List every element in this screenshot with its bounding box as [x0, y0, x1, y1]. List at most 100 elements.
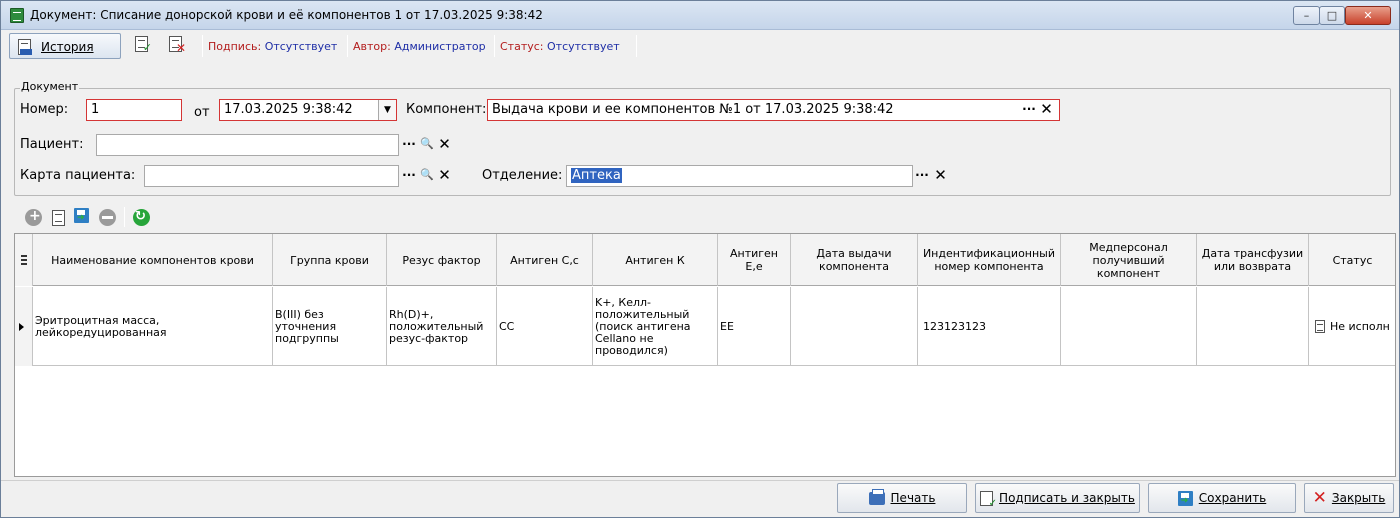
- cell-issue-date[interactable]: [791, 287, 918, 366]
- save-label: Сохранить: [1198, 491, 1267, 505]
- cell-antigen-k[interactable]: K+, Келл-положительный (поиск антигена C…: [593, 287, 718, 366]
- sign-document-icon: ✓: [135, 36, 152, 54]
- cell-blood-group[interactable]: B(III) без уточнения подгруппы: [273, 287, 387, 366]
- author-info: Автор: Администратор: [353, 40, 486, 53]
- remove-signature-icon: ✕: [169, 36, 186, 55]
- column-header[interactable]: Резус фактор: [387, 234, 497, 286]
- patient-clear-icon[interactable]: ✕: [437, 136, 452, 154]
- edit-row-icon[interactable]: [52, 210, 65, 226]
- cell-id-number[interactable]: 123123123: [918, 287, 1061, 366]
- close-button[interactable]: ✕ Закрыть: [1304, 483, 1394, 513]
- add-row-icon[interactable]: [25, 208, 42, 226]
- printer-icon: [868, 488, 885, 505]
- table-header: Наименование компонентов крови Группа кр…: [15, 234, 1395, 286]
- column-header[interactable]: Антиген С,с: [497, 234, 593, 286]
- patient-field[interactable]: [96, 134, 399, 156]
- cell-transfusion-date[interactable]: [1197, 287, 1309, 366]
- column-header[interactable]: Дата трансфузии или возврата: [1197, 234, 1309, 286]
- signature-info: Подпись: Отсутствует: [208, 40, 337, 53]
- sign-close-label: Подписать и закрыть: [999, 491, 1135, 505]
- department-browse-button[interactable]: ···: [914, 167, 930, 185]
- save-disk-icon: [1177, 490, 1193, 506]
- card-search-icon[interactable]: 🔍: [420, 167, 434, 185]
- cell-antigen-ee[interactable]: EE: [718, 287, 791, 366]
- delete-row-icon[interactable]: [99, 209, 116, 226]
- author-value: Администратор: [394, 40, 486, 53]
- cell-antigen-cc[interactable]: CC: [497, 287, 593, 366]
- signature-value: Отсутствует: [264, 40, 338, 53]
- column-header[interactable]: Медперсонал получивший компонент: [1061, 234, 1197, 286]
- number-label: Номер:: [20, 102, 69, 117]
- toolbar-divider: [202, 35, 203, 57]
- column-header[interactable]: Индентификационный номер компонента: [918, 234, 1061, 286]
- component-field[interactable]: Выдача крови и ее компонентов №1 от 17.0…: [487, 99, 1060, 121]
- number-field[interactable]: 1: [86, 99, 182, 121]
- patient-browse-button[interactable]: ···: [401, 136, 417, 154]
- component-label: Компонент:: [406, 102, 487, 117]
- status-label: Статус:: [500, 40, 544, 53]
- close-window-button[interactable]: ✕: [1345, 6, 1391, 25]
- column-chooser[interactable]: [15, 234, 33, 286]
- signature-label: Подпись:: [208, 40, 262, 53]
- cell-staff[interactable]: [1061, 287, 1197, 366]
- grid-toolbar-divider: [124, 207, 125, 227]
- refresh-icon[interactable]: [133, 209, 150, 226]
- document-toolbar: История ✓ ✕ Подпись: Отсутствует Автор: …: [5, 32, 1395, 60]
- column-header[interactable]: Группа крови: [273, 234, 387, 286]
- blood-components-table: Наименование компонентов крови Группа кр…: [14, 233, 1396, 477]
- chevron-down-icon[interactable]: ▼: [378, 100, 396, 120]
- remove-signature-button[interactable]: ✕: [165, 36, 187, 56]
- sign-document-button[interactable]: ✓: [131, 36, 153, 56]
- card-clear-icon[interactable]: ✕: [437, 167, 452, 185]
- save-row-icon[interactable]: [74, 208, 96, 228]
- patient-card-label: Карта пациента:: [20, 168, 136, 183]
- toolbar-divider: [494, 35, 495, 57]
- cell-status-text: Не исполн: [1330, 319, 1390, 333]
- save-icon: [74, 208, 89, 223]
- patient-card-field[interactable]: [144, 165, 399, 187]
- department-clear-icon[interactable]: ✕: [933, 167, 948, 185]
- status-value: Отсутствует: [547, 40, 620, 53]
- column-header[interactable]: Наименование компонентов крови: [33, 234, 273, 286]
- cell-rhesus[interactable]: Rh(D)+, положительный резус-фактор: [387, 287, 497, 366]
- table-row[interactable]: Эритроцитная масса, лейкоредуцированная …: [15, 287, 1395, 366]
- department-label: Отделение:: [482, 168, 563, 183]
- title-bar: Документ: Списание донорской крови и её …: [1, 1, 1399, 30]
- patient-search-icon[interactable]: 🔍: [420, 136, 434, 154]
- cell-status[interactable]: Не исполн: [1309, 287, 1395, 366]
- column-header[interactable]: Дата выдачи компонента: [791, 234, 918, 286]
- component-browse-button[interactable]: ···: [1021, 101, 1037, 119]
- print-button[interactable]: Печать: [837, 483, 967, 513]
- date-value: 17.03.2025 9:38:42: [224, 102, 353, 117]
- close-label: Закрыть: [1331, 491, 1386, 505]
- cell-component-name[interactable]: Эритроцитная масса, лейкоредуцированная: [33, 287, 273, 366]
- row-indicator: [15, 287, 33, 366]
- print-label: Печать: [890, 491, 936, 505]
- date-picker[interactable]: 17.03.2025 9:38:42 ▼: [219, 99, 397, 121]
- component-clear-icon[interactable]: ✕: [1039, 101, 1054, 119]
- author-label: Автор:: [353, 40, 391, 53]
- maximize-button[interactable]: □: [1319, 6, 1345, 25]
- bottom-button-bar: Печать Подписать и закрыть Сохранить ✕ З…: [1, 480, 1399, 518]
- row-pointer-icon: [19, 322, 24, 331]
- card-browse-button[interactable]: ···: [401, 167, 417, 185]
- save-button[interactable]: Сохранить: [1148, 483, 1296, 513]
- patient-label: Пациент:: [20, 137, 84, 152]
- sign-and-close-button[interactable]: Подписать и закрыть: [975, 483, 1140, 513]
- department-value: Аптека: [571, 168, 622, 183]
- history-button[interactable]: История: [9, 33, 121, 59]
- minimize-button[interactable]: –: [1293, 6, 1320, 25]
- toolbar-divider: [347, 35, 348, 57]
- column-chooser-icon: [20, 255, 27, 265]
- department-field[interactable]: Аптека: [566, 165, 913, 187]
- column-header[interactable]: Антиген К: [593, 234, 718, 286]
- column-header[interactable]: Антиген Е,е: [718, 234, 791, 286]
- document-app-icon: [10, 8, 24, 23]
- toolbar-divider: [636, 35, 637, 57]
- window-title: Документ: Списание донорской крови и её …: [30, 8, 543, 22]
- status-info: Статус: Отсутствует: [500, 40, 620, 53]
- document-group-title: Документ: [20, 80, 80, 93]
- column-header[interactable]: Статус: [1309, 234, 1395, 286]
- history-label: История: [41, 40, 94, 54]
- document-window: Документ: Списание донорской крови и её …: [0, 0, 1400, 518]
